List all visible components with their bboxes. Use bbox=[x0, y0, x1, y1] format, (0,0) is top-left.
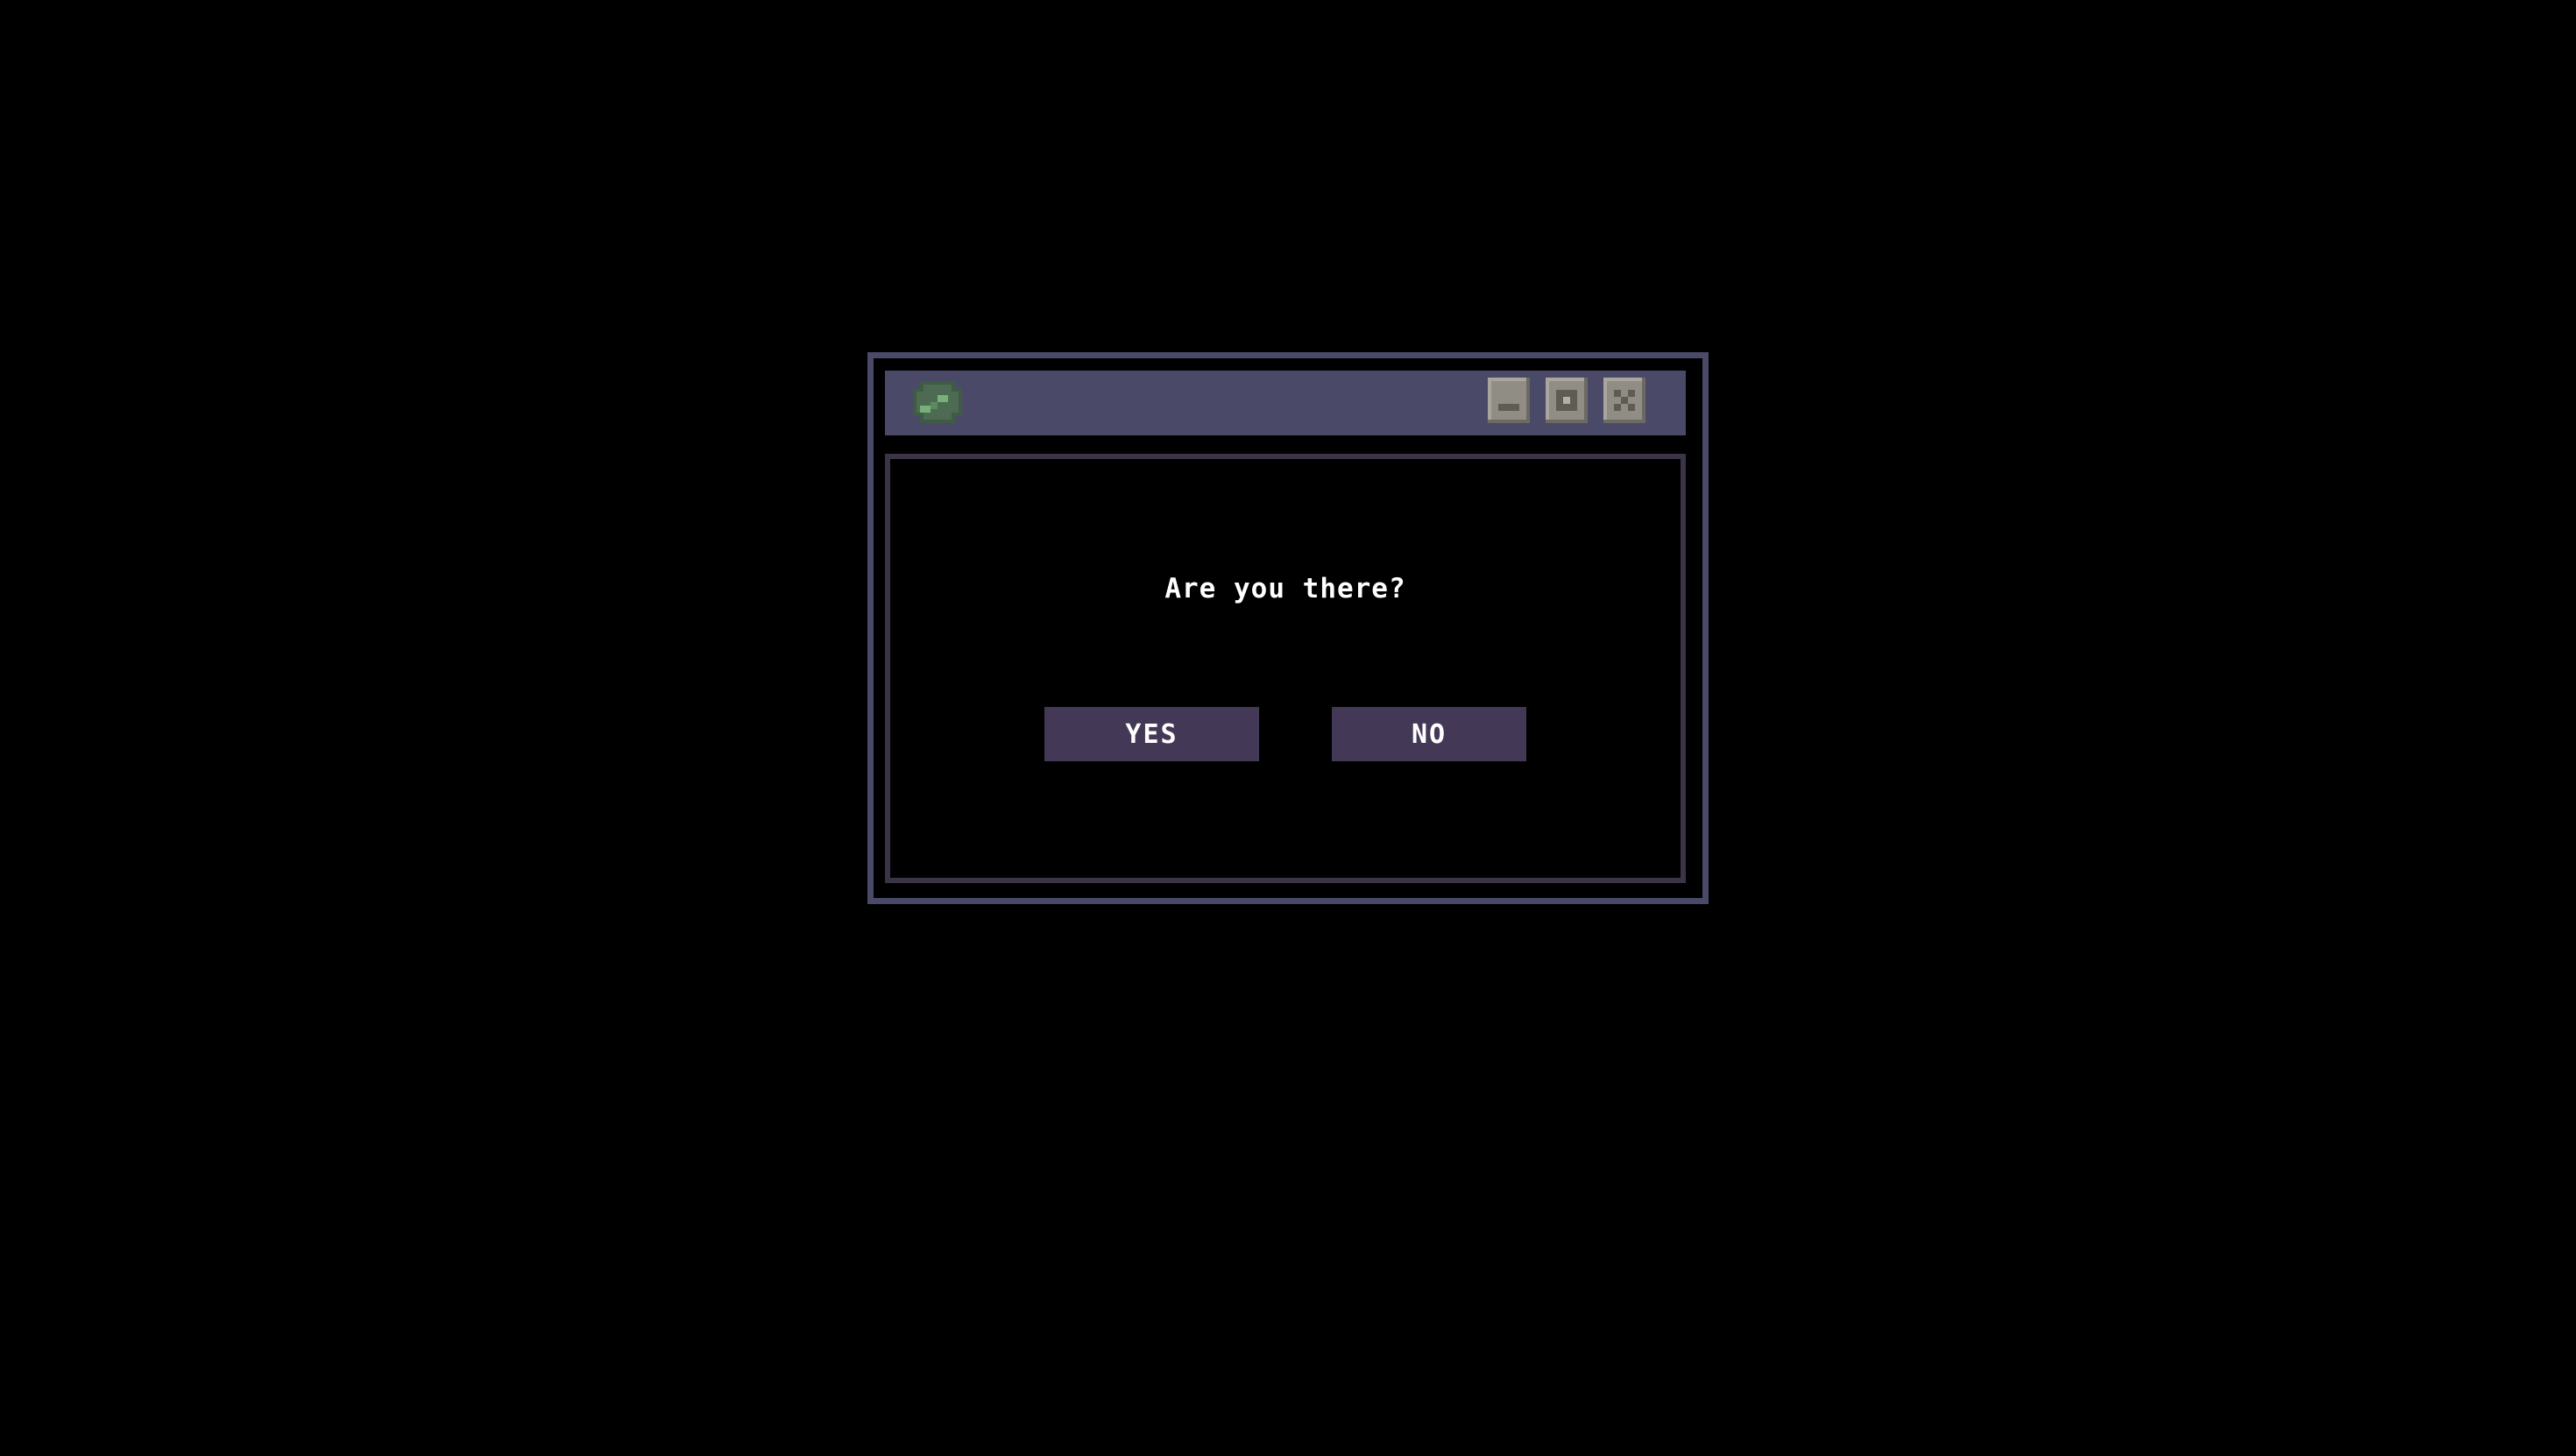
dialog-content: Are you there? YES NO bbox=[885, 454, 1686, 883]
dialog-message: Are you there? bbox=[1164, 573, 1406, 604]
close-button[interactable] bbox=[1603, 378, 1645, 423]
green-blob-icon bbox=[909, 378, 966, 427]
window-controls bbox=[1488, 378, 1645, 427]
maximize-button[interactable] bbox=[1546, 378, 1588, 423]
yes-button[interactable]: YES bbox=[1044, 707, 1259, 761]
no-button[interactable]: NO bbox=[1332, 707, 1526, 761]
title-bar[interactable] bbox=[885, 371, 1686, 435]
desktop: Are you there? YES NO bbox=[0, 0, 2576, 1456]
dialog-window: Are you there? YES NO bbox=[867, 352, 1709, 904]
minimize-button[interactable] bbox=[1488, 378, 1530, 423]
